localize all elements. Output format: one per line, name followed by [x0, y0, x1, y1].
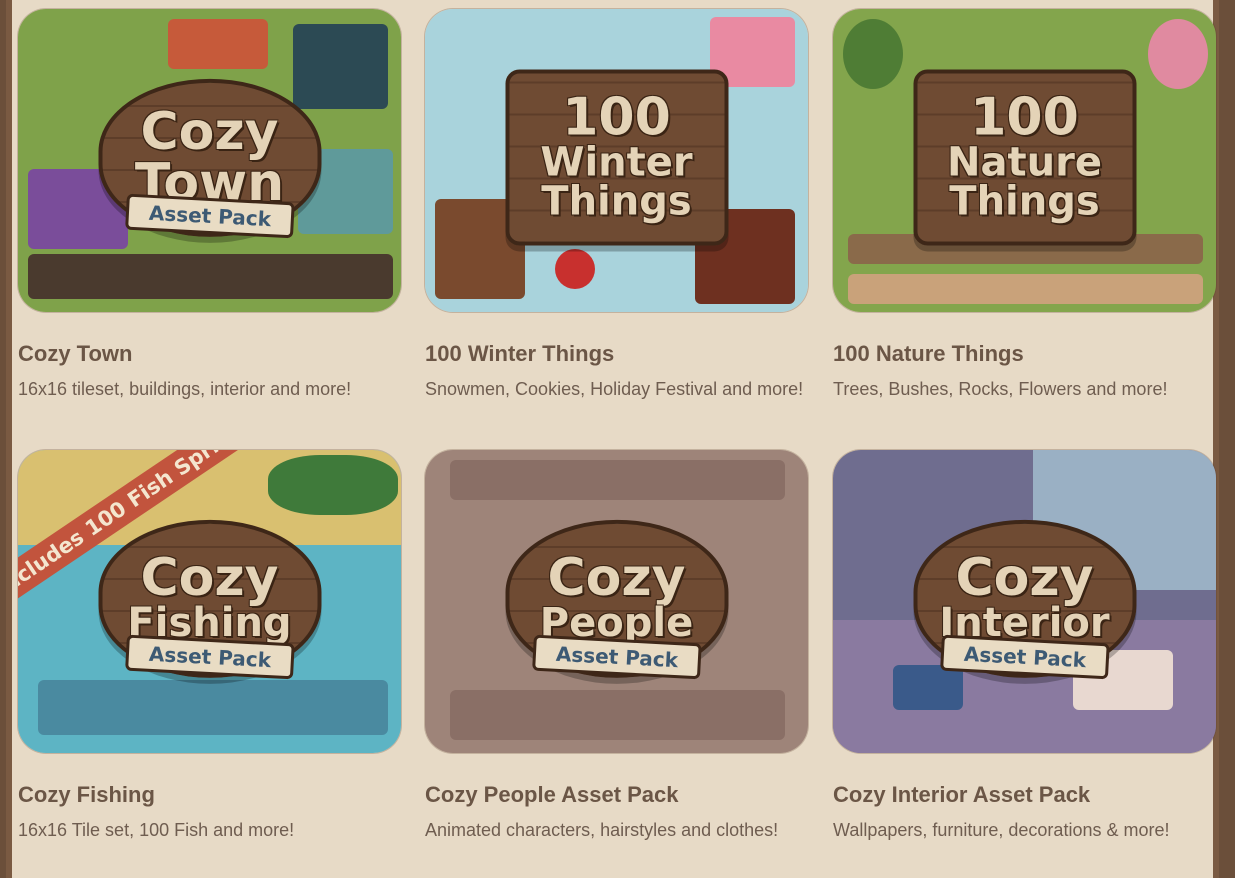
cover-title-line: Things — [541, 178, 692, 225]
cover-title-line: 100 — [970, 87, 1079, 148]
product-card-cozy-people[interactable]: Cozy People Asset Pack Cozy People Asset… — [425, 450, 809, 842]
cover-title-line: Winter — [540, 139, 693, 186]
cover-title-line: Cozy — [955, 548, 1094, 609]
train-sprite — [28, 254, 393, 299]
cover-sign: 100 Winter Things — [505, 68, 728, 245]
products-panel: Cozy Town Asset Pack Cozy Town 16x16 til… — [6, 0, 1219, 878]
mushrooms-row-sprite — [848, 274, 1203, 304]
cover-image-nature-things[interactable]: 100 Nature Things — [833, 9, 1216, 312]
product-description: 16x16 tileset, buildings, interior and m… — [18, 379, 352, 399]
cover-image-cozy-fishing[interactable]: Includes 100 Fish Sprites Cozy Fishing A… — [18, 450, 401, 753]
sofa-sprite — [893, 665, 963, 710]
product-card-cozy-fishing[interactable]: Includes 100 Fish Sprites Cozy Fishing A… — [18, 450, 402, 842]
mug-sprite — [555, 249, 595, 289]
cherry-tree-sprite — [1148, 19, 1208, 89]
product-description: Snowmen, Cookies, Holiday Festival and m… — [425, 379, 804, 399]
cover-image-cozy-interior[interactable]: Cozy Interior Asset Pack — [833, 450, 1216, 753]
cover-title-line: Cozy — [140, 548, 279, 609]
cover-title-line: Things — [949, 178, 1100, 225]
product-title[interactable]: Cozy Interior Asset Pack — [833, 782, 1217, 808]
shop-sprite — [293, 24, 388, 109]
product-card-winter-things[interactable]: 100 Winter Things 100 Winter Things Snow… — [425, 9, 809, 401]
cover-title-line: 100 — [562, 87, 671, 148]
cover-title-line: Cozy — [140, 101, 279, 162]
tree-sprite — [843, 19, 903, 89]
characters-row-sprite — [450, 690, 785, 740]
product-title[interactable]: Cozy Town — [18, 341, 402, 367]
product-description: 16x16 Tile set, 100 Fish and more! — [18, 820, 295, 840]
cover-image-winter-things[interactable]: 100 Winter Things — [425, 9, 808, 312]
product-title[interactable]: Cozy People Asset Pack — [425, 782, 809, 808]
product-card-nature-things[interactable]: 100 Nature Things 100 Nature Things Tree… — [833, 9, 1217, 401]
house-sprite — [168, 19, 268, 69]
characters-row-sprite — [450, 460, 785, 500]
product-title[interactable]: 100 Nature Things — [833, 341, 1217, 367]
cover-title-line: Cozy — [547, 548, 686, 609]
product-title[interactable]: Cozy Fishing — [18, 782, 402, 808]
product-card-cozy-interior[interactable]: Cozy Interior Asset Pack Cozy Interior A… — [833, 450, 1217, 842]
product-description: Trees, Bushes, Rocks, Flowers and more! — [833, 379, 1168, 399]
palm-trees-sprite — [268, 455, 398, 515]
cover-sign: 100 Nature Things — [913, 68, 1136, 245]
cover-image-cozy-people[interactable]: Cozy People Asset Pack — [425, 450, 808, 753]
product-description: Animated characters, hairstyles and clot… — [425, 820, 779, 840]
cover-image-cozy-town[interactable]: Cozy Town Asset Pack — [18, 9, 401, 312]
cover-title-line: Nature — [947, 139, 1102, 186]
product-title[interactable]: 100 Winter Things — [425, 341, 809, 367]
product-description: Wallpapers, furniture, decorations & mor… — [833, 820, 1170, 840]
product-card-cozy-town[interactable]: Cozy Town Asset Pack Cozy Town 16x16 til… — [18, 9, 402, 401]
fish-row-sprite — [38, 680, 388, 735]
